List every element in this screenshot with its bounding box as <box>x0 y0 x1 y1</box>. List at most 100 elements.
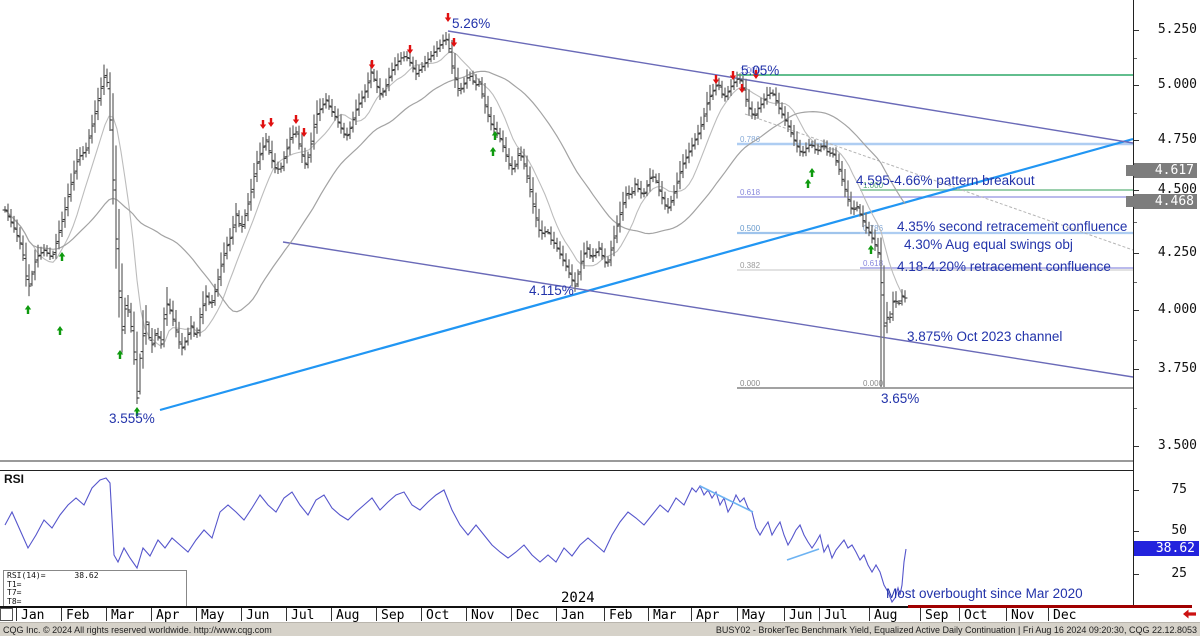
price-axis[interactable]: 5.2505.0004.7504.5004.2504.0003.7503.500… <box>1133 0 1200 622</box>
month-label[interactable]: May <box>742 608 765 623</box>
statusbar-symbol-info: BUSY02 - BrokerTec Benchmark Yield, Equa… <box>716 625 1197 635</box>
price-axis-minor-tick <box>1134 222 1137 223</box>
chart-plot-area[interactable]: 1.0000.7860.6180.5000.3820.0001.0000.786… <box>0 0 1133 607</box>
chart-annotation[interactable]: 3.875% Oct 2023 channel <box>907 329 1062 344</box>
price-axis-label: 5.000 <box>1137 77 1197 92</box>
price-axis-label: 4.000 <box>1137 302 1197 317</box>
month-label[interactable]: Apr <box>156 608 179 623</box>
month-tick <box>1048 608 1049 621</box>
chart-annotation[interactable]: 5.26% <box>452 16 490 31</box>
buy-signal-arrow-icon <box>809 168 815 177</box>
month-label[interactable]: Jun <box>246 608 269 623</box>
scroll-left-arrow-icon[interactable] <box>1181 608 1197 620</box>
price-axis-label: 3.750 <box>1137 361 1197 376</box>
month-tick <box>691 608 692 621</box>
month-tick <box>819 608 820 621</box>
month-label[interactable]: Sep <box>381 608 404 623</box>
sell-signal-arrow-icon <box>445 13 451 22</box>
month-label[interactable]: Aug <box>874 608 897 623</box>
price-axis-tick <box>1134 369 1139 370</box>
rsi-pane-border <box>0 470 1133 471</box>
price-axis-tick <box>1134 190 1139 191</box>
price-axis-tick <box>1134 85 1139 86</box>
month-tick <box>61 608 62 621</box>
fib-level-label: 0.500 <box>740 224 761 233</box>
price-level-badge: 4.468 <box>1134 194 1197 209</box>
time-axis[interactable]: Jan Feb Mar Apr May Jun Jul Aug Sep Oct Nov Dec Jan F… <box>0 608 1200 622</box>
month-label[interactable]: Jan <box>561 608 584 623</box>
month-label[interactable]: Aug <box>336 608 359 623</box>
year-label: 2024 <box>561 590 595 606</box>
fib-level-label: 0.000 <box>740 379 761 388</box>
chart-annotation[interactable]: 3.65% <box>881 391 919 406</box>
month-tick <box>151 608 152 621</box>
month-label[interactable]: Feb <box>66 608 89 623</box>
sell-signal-arrow-icon <box>260 120 266 129</box>
month-label[interactable]: Jul <box>291 608 314 623</box>
cqg-chart-window: 1.0000.7860.6180.5000.3820.0001.0000.786… <box>0 0 1200 636</box>
price-axis-label: 4.750 <box>1137 132 1197 147</box>
month-label[interactable]: Apr <box>696 608 719 623</box>
rsi-info-line: T1= <box>7 581 186 590</box>
price-level-badge: 4.617 <box>1134 163 1197 178</box>
month-tick <box>784 608 785 621</box>
month-label[interactable]: Sep <box>925 608 948 623</box>
rsi-axis-tick <box>1134 531 1139 532</box>
month-label[interactable]: Dec <box>1053 608 1076 623</box>
month-tick <box>869 608 870 621</box>
chart-annotation[interactable]: Most overbought since Mar 2020 <box>886 586 1083 601</box>
month-label[interactable]: Oct <box>426 608 449 623</box>
month-tick <box>604 608 605 621</box>
month-tick <box>466 608 467 621</box>
month-label[interactable]: Dec <box>516 608 539 623</box>
sell-signal-arrow-icon <box>407 45 413 54</box>
month-label[interactable]: Nov <box>1011 608 1034 623</box>
month-label[interactable]: Mar <box>111 608 134 623</box>
month-tick <box>556 608 557 621</box>
price-axis-tick <box>1134 446 1139 447</box>
month-tick <box>421 608 422 621</box>
month-label[interactable]: Jun <box>789 608 812 623</box>
price-bars <box>3 32 908 404</box>
price-axis-label: 4.250 <box>1137 245 1197 260</box>
price-level-badge-tab <box>1126 196 1134 207</box>
rsi-info-line: RSI(14)= 38.62 <box>7 572 186 581</box>
fib-level-label: 0.618 <box>740 188 761 197</box>
chart-annotation[interactable]: 4.35% second retracement confluence <box>897 219 1127 234</box>
sell-signal-arrow-icon <box>739 84 745 93</box>
price-axis-label: 3.500 <box>1137 438 1197 453</box>
price-axis-tick <box>1134 253 1139 254</box>
buy-signal-arrow-icon <box>25 305 31 314</box>
time-axis-corner-box[interactable] <box>0 608 13 621</box>
rsi-pane-label: RSI <box>4 472 24 486</box>
price-axis-minor-tick <box>1134 58 1137 59</box>
pane-divider[interactable] <box>0 460 1200 462</box>
sell-signal-arrow-icon <box>268 118 274 127</box>
month-label[interactable]: Nov <box>471 608 494 623</box>
month-tick <box>1006 608 1007 621</box>
sell-signal-arrow-icon <box>293 115 299 124</box>
month-label[interactable]: Jul <box>824 608 847 623</box>
month-label[interactable]: Feb <box>609 608 632 623</box>
chart-annotation[interactable]: 4.30% Aug equal swings obj <box>904 237 1073 252</box>
buy-signal-arrow-icon <box>805 179 811 188</box>
month-label[interactable]: Jan <box>21 608 44 623</box>
price-axis-tick <box>1134 310 1139 311</box>
chart-annotation[interactable]: 3.555% <box>109 411 155 426</box>
chart-annotation[interactable]: 4.115% <box>529 283 574 298</box>
rsi-study-infobox[interactable]: RSI(14)= 38.62 T1= T7= T8= <box>3 570 187 607</box>
month-tick <box>511 608 512 621</box>
month-label[interactable]: May <box>201 608 224 623</box>
month-tick <box>286 608 287 621</box>
month-tick <box>241 608 242 621</box>
chart-annotation[interactable]: 5.05% <box>741 63 779 78</box>
month-label[interactable]: Mar <box>653 608 676 623</box>
chart-annotation[interactable]: 4.18-4.20% retracement confluence <box>897 259 1111 274</box>
chart-annotation[interactable]: 4.595-4.66% pattern breakout <box>856 173 1035 188</box>
month-label[interactable]: Oct <box>964 608 987 623</box>
month-tick <box>196 608 197 621</box>
sell-signal-arrow-icon <box>713 75 719 84</box>
month-tick <box>737 608 738 621</box>
rsi-axis-tick <box>1134 574 1139 575</box>
month-tick <box>16 608 17 621</box>
